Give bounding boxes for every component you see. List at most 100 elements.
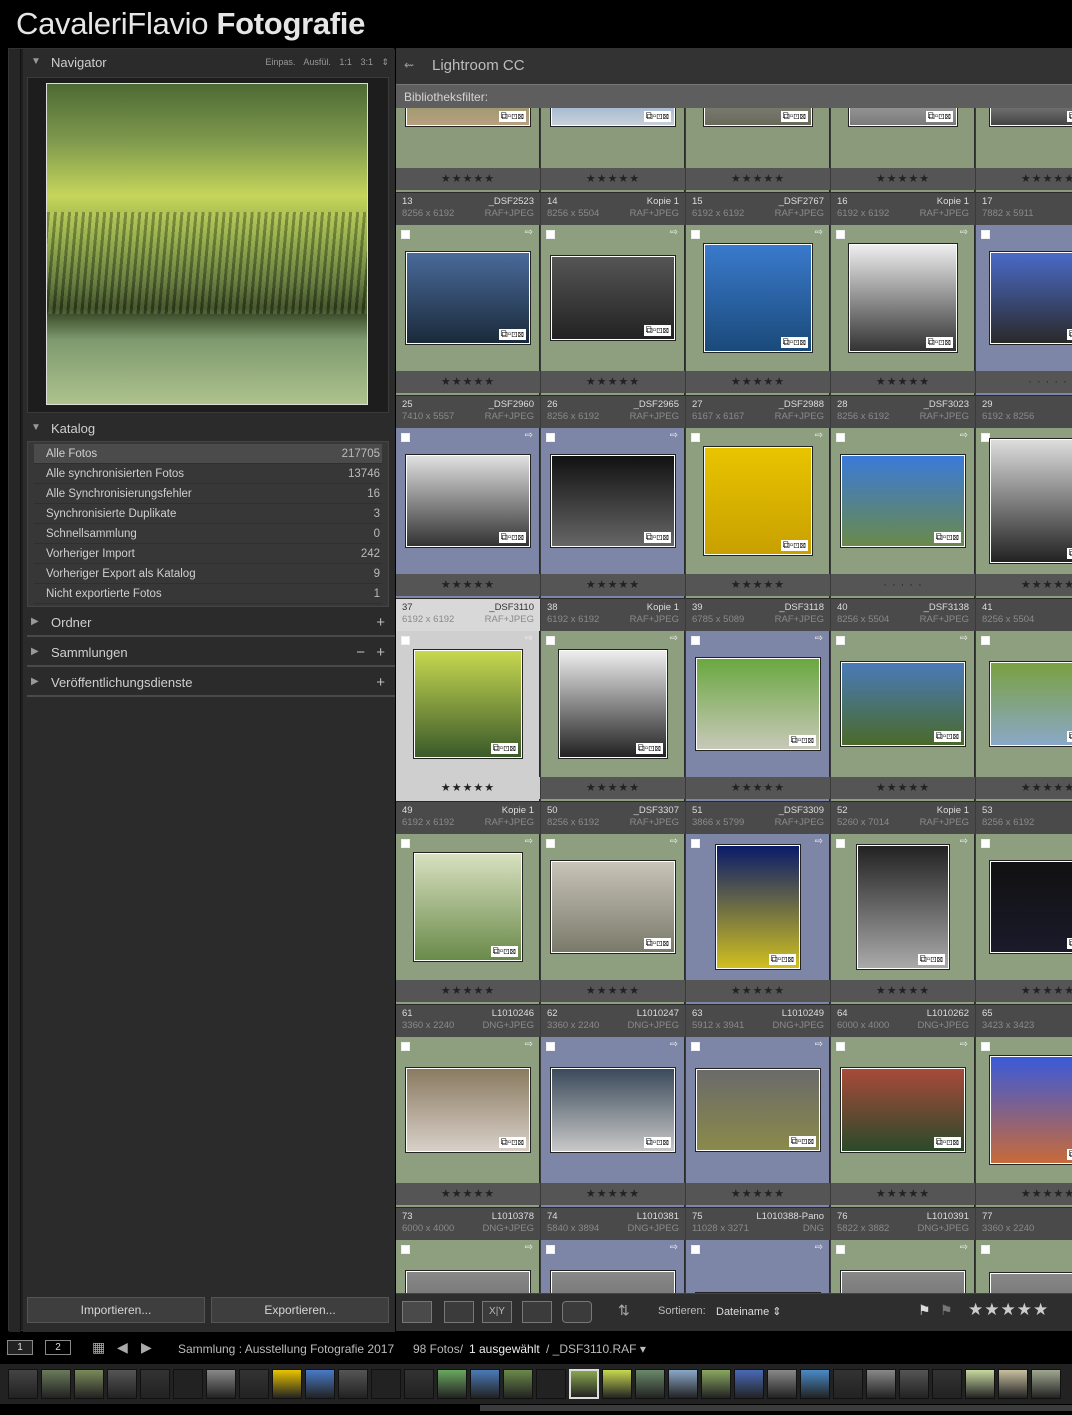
survey-view-icon[interactable] [522,1301,552,1323]
photo-cell[interactable]: 39 _DSF3118 6785 x 5089 RAF+JPEG ⇨ ⧉▫⊡⊠ ★★★★★ [686,599,830,802]
rating-stars[interactable]: ★★★★★ [976,1183,1072,1205]
rotate-icon[interactable]: ⇨ [960,430,968,441]
photo-cell[interactable]: 653423 x 3423⇨⧉▫⊡⊠★★★★★ [976,1005,1072,1208]
rating-stars[interactable]: · · · · · [976,371,1072,393]
flag-icon[interactable] [836,636,845,645]
rotate-icon[interactable]: ⇨ [815,227,823,238]
rating-stars[interactable]: ★★★★★ [541,980,685,1002]
katalog-item[interactable]: Alle Synchronisierungsfehler 16 [34,484,382,504]
photo-cell[interactable]: ⇨⧉▫⊡⊠★★★★★ [976,108,1072,193]
photo-thumbnail[interactable]: ⧉▫⊡⊠ [841,662,965,746]
rating-stars[interactable]: ★★★★★ [541,371,685,393]
flag-icon[interactable] [401,230,410,239]
library-filter-bar[interactable]: Bibliotheksfilter: [396,84,1072,108]
add-collection-icon[interactable]: + [376,644,385,661]
page-2-button[interactable]: 2 [45,1340,71,1355]
flag-filter-icon[interactable]: ⚑ [918,1302,931,1319]
photo-cell[interactable]: 76L10103915822 x 3882DNG+JPEG⇨⧉▫⊡⊠★★★★★ [831,1208,975,1293]
loupe-view-icon[interactable] [444,1301,474,1323]
flag-icon[interactable] [836,1245,845,1254]
katalog-item[interactable]: Alle Fotos 217705 [34,444,382,464]
photo-thumbnail[interactable]: ⧉▫⊡⊠ [841,1271,965,1293]
navigator-zoom-options[interactable]: Einpas. Ausfül. 1:1 3:1 ⇕ [265,57,389,68]
photo-cell[interactable]: 25 _DSF2960 7410 x 5557 RAF+JPEG ⇨ ⧉▫⊡⊠ ★★★★★ [396,396,540,599]
photo-cell[interactable]: 538256 x 6192⇨⧉▫⊡⊠★★★★★ [976,802,1072,1005]
photo-thumbnail[interactable]: ⧉▫⊡⊠ [841,455,965,547]
photo-cell[interactable]: ⇨⧉▫⊡⊠★★★★★ [396,108,540,193]
filmstrip-thumbnail[interactable] [899,1369,929,1399]
filmstrip-thumbnail[interactable] [206,1369,236,1399]
rating-stars[interactable]: ★★★★★ [831,980,975,1002]
rotate-icon[interactable]: ⇨ [670,1039,678,1050]
rating-stars[interactable]: ★★★★★ [396,1183,540,1205]
photo-cell[interactable]: 49 Kopie 1 6192 x 6192 RAF+JPEG ⇨ ⧉▫⊡⊠ ★★★★★ [396,802,540,1005]
page-1-button[interactable]: 1 [7,1340,33,1355]
photo-thumbnail[interactable]: ⧉▫⊡⊠ [559,650,667,758]
add-service-icon[interactable]: + [376,674,385,691]
rating-stars[interactable]: ★★★★★ [976,168,1072,190]
file-name-dropdown[interactable]: / _DSF3110.RAF ▾ [546,1342,646,1356]
rotate-icon[interactable]: ⇨ [960,227,968,238]
navigator-header[interactable]: ▼ Navigator Einpas. Ausfül. 1:1 3:1 ⇕ [23,49,395,77]
filmstrip-thumbnail[interactable] [635,1369,665,1399]
katalog-item[interactable]: Nicht exportierte Fotos 1 [34,584,382,604]
flag-icon[interactable] [691,433,700,442]
flag-icon[interactable] [981,433,990,442]
filmstrip-thumbnail[interactable] [272,1369,302,1399]
photo-cell[interactable]: 51 _DSF3309 3866 x 5799 RAF+JPEG ⇨ ⧉▫⊡⊠ ★★★★★ [686,802,830,1005]
photo-cell[interactable]: ⇨⧉▫⊡⊠★★★★★ [541,108,685,193]
filmstrip-thumbnail[interactable] [371,1369,401,1399]
photo-thumbnail[interactable]: ⧉▫⊡⊠ [849,108,957,126]
rating-stars[interactable]: ★★★★★ [831,371,975,393]
rotate-icon[interactable]: ⇨ [525,1242,533,1253]
flag-icon[interactable] [836,839,845,848]
rating-stars[interactable]: ★★★★★ [831,777,975,799]
navigator-preview[interactable] [27,77,389,413]
photo-thumbnail[interactable]: ⧉▫⊡⊠ [990,1056,1072,1164]
katalog-item[interactable]: Vorheriger Export als Katalog 9 [34,564,382,584]
export-button[interactable]: Exportieren... [211,1297,389,1323]
filmstrip-thumbnail[interactable] [140,1369,170,1399]
photo-thumbnail[interactable]: ⧉▫⊡⊠ [696,658,820,750]
photo-thumbnail[interactable]: ⧉▫⊡⊠ [990,662,1072,746]
photo-cell[interactable]: ⇨⧉▫⊡⊠★★★★★ [831,108,975,193]
filmstrip-thumbnail[interactable] [41,1369,71,1399]
filmstrip-thumbnail[interactable] [107,1369,137,1399]
rating-stars[interactable]: ★★★★★ [968,1300,1049,1320]
rotate-icon[interactable]: ⇨ [525,227,533,238]
rating-stars[interactable]: ★★★★★ [976,574,1072,596]
flag-icon[interactable] [546,1042,555,1051]
filmstrip-thumbnail[interactable] [932,1369,962,1399]
rating-stars[interactable]: ★★★★★ [686,168,830,190]
photo-cell[interactable]: 50 _DSF3307 8256 x 6192 RAF+JPEG ⇨ ⧉▫⊡⊠ ★★★★★ [541,802,685,1005]
rating-stars[interactable]: ★★★★★ [396,168,540,190]
photo-cell[interactable]: 177882 x 5911⇨⧉▫⊡⊠· · · · · [976,193,1072,396]
photo-thumbnail[interactable]: ⧉▫⊡⊠ [551,256,675,340]
rating-stars[interactable]: ★★★★★ [541,777,685,799]
flag-icon[interactable] [691,636,700,645]
photo-cell[interactable]: ⇨⧉▫⊡⊠★★★★★ [686,108,830,193]
photo-thumbnail[interactable]: ⧉▫⊡⊠ [990,1273,1072,1293]
flag-icon[interactable] [981,839,990,848]
filmstrip-thumbnail[interactable] [767,1369,797,1399]
flag-icon[interactable] [691,1245,700,1254]
filmstrip-thumbnail[interactable] [338,1369,368,1399]
photo-thumbnail[interactable]: ⧉▫⊡⊠ [551,455,675,547]
filmstrip-thumbnail[interactable] [536,1369,566,1399]
collection-path[interactable]: Sammlung : Ausstellung Fotografie 2017 [178,1342,394,1356]
flag-icon[interactable] [401,1042,410,1051]
back-icon[interactable]: ◀ [117,1339,128,1356]
photo-thumbnail[interactable]: ⧉▫⊡⊠ [704,447,812,555]
katalog-item[interactable]: Alle synchronisierten Fotos 13746 [34,464,382,484]
photo-cell[interactable]: 75L1010388-Pano11028 x 3271DNG⇨⧉▫⊡⊠★★★★★ [686,1208,830,1293]
photo-cell[interactable]: 63 L1010249 5912 x 3941 DNG+JPEG ⇨ ⧉▫⊡⊠ ★★★★★ [686,1005,830,1208]
photo-cell[interactable]: 13 _DSF2523 8256 x 6192 RAF+JPEG ⇨ ⧉▫⊡⊠ ★★★★★ [396,193,540,396]
rating-stars[interactable]: ★★★★★ [686,574,830,596]
rotate-icon[interactable]: ⇨ [960,836,968,847]
photo-cell[interactable]: 38 Kopie 1 6192 x 6192 RAF+JPEG ⇨ ⧉▫⊡⊠ ★★★★★ [541,599,685,802]
photo-cell[interactable]: 14 Kopie 1 8256 x 5504 RAF+JPEG ⇨ ⧉▫⊡⊠ ★★★★★ [541,193,685,396]
photo-cell[interactable]: 40 _DSF3138 8256 x 5504 RAF+JPEG ⇨ ⧉▫⊡⊠ ★★★★★ [831,599,975,802]
flag-icon[interactable] [401,433,410,442]
photo-cell[interactable]: 26 _DSF2965 8256 x 6192 RAF+JPEG ⇨ ⧉▫⊡⊠ ★★★★★ [541,396,685,599]
filmstrip-thumbnail[interactable] [239,1369,269,1399]
